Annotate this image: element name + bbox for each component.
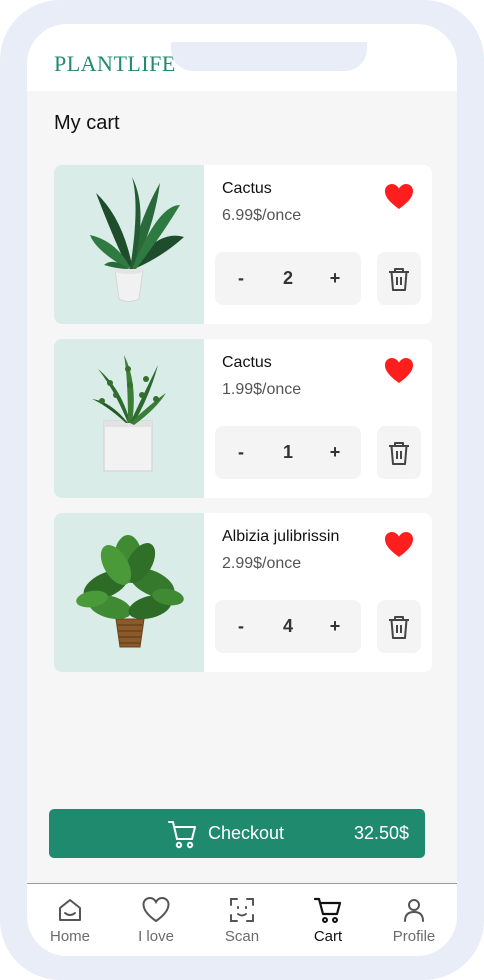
checkout-label: Checkout xyxy=(208,823,285,843)
quantity-stepper: - 1 + xyxy=(215,426,361,479)
nav-profile[interactable]: Profile xyxy=(371,884,457,956)
cart-icon xyxy=(314,897,342,923)
item-name: Albizia julibrissin xyxy=(222,528,340,545)
nav-label: Profile xyxy=(392,928,436,945)
heart-filled-icon[interactable] xyxy=(384,531,414,559)
plant-image xyxy=(54,513,204,672)
item-name: Cactus xyxy=(222,180,272,197)
item-price: 2.99$/once xyxy=(222,555,302,572)
plant-image xyxy=(54,165,204,324)
bottom-navigation: Home I love Scan Cart Profile xyxy=(27,883,457,956)
heart-filled-icon[interactable] xyxy=(384,357,414,385)
nav-scan[interactable]: Scan xyxy=(199,884,285,956)
nav-label: Scan xyxy=(224,928,260,945)
delete-button[interactable] xyxy=(377,600,421,653)
quantity-value: 2 xyxy=(282,268,293,288)
heart-outline-icon xyxy=(142,896,170,923)
scan-icon xyxy=(230,898,254,922)
increase-button[interactable]: + xyxy=(317,600,353,653)
item-price: 1.99$/once xyxy=(222,381,302,398)
nav-label: Cart xyxy=(313,928,343,945)
checkout-button[interactable]: Checkout 32.50$ xyxy=(49,809,425,858)
brand-logo: PLANTLIFE xyxy=(54,51,176,76)
nav-home[interactable]: Home xyxy=(27,884,113,956)
nav-label: I love xyxy=(138,928,174,945)
decrease-button[interactable]: - xyxy=(223,600,259,653)
nav-i-love[interactable]: I love xyxy=(113,884,199,956)
quantity-value: 1 xyxy=(282,442,293,462)
trash-icon xyxy=(389,442,409,465)
trash-icon xyxy=(389,616,409,639)
phone-notch xyxy=(171,42,367,71)
home-icon xyxy=(59,899,81,921)
quantity-stepper: - 4 + xyxy=(215,600,361,653)
increase-button[interactable]: + xyxy=(317,426,353,479)
profile-icon xyxy=(404,899,424,922)
cart-item: Cactus 1.99$/once - 1 + xyxy=(54,339,432,498)
heart-filled-icon[interactable] xyxy=(384,183,414,211)
checkout-total: 32.50$ xyxy=(353,823,409,843)
item-price: 6.99$/once xyxy=(222,207,302,224)
cart-item: Albizia julibrissin 2.99$/once - 4 + xyxy=(54,513,432,672)
item-name: Cactus xyxy=(222,354,272,371)
decrease-button[interactable]: - xyxy=(223,252,259,305)
increase-button[interactable]: + xyxy=(317,252,353,305)
quantity-value: 4 xyxy=(282,616,293,636)
delete-button[interactable] xyxy=(377,426,421,479)
cart-icon xyxy=(168,821,196,849)
page-title: My cart xyxy=(54,112,120,134)
nav-label: Home xyxy=(49,928,90,945)
cart-item: Cactus 6.99$/once - 2 + xyxy=(54,165,432,324)
app-screen: PLANTLIFE My cart Cactus 6.99$/once - 2 … xyxy=(27,24,457,956)
delete-button[interactable] xyxy=(377,252,421,305)
plant-image xyxy=(54,339,204,498)
phone-frame: PLANTLIFE My cart Cactus 6.99$/once - 2 … xyxy=(0,0,484,980)
nav-cart[interactable]: Cart xyxy=(285,884,371,956)
quantity-stepper: - 2 + xyxy=(215,252,361,305)
decrease-button[interactable]: - xyxy=(223,426,259,479)
trash-icon xyxy=(389,268,409,291)
